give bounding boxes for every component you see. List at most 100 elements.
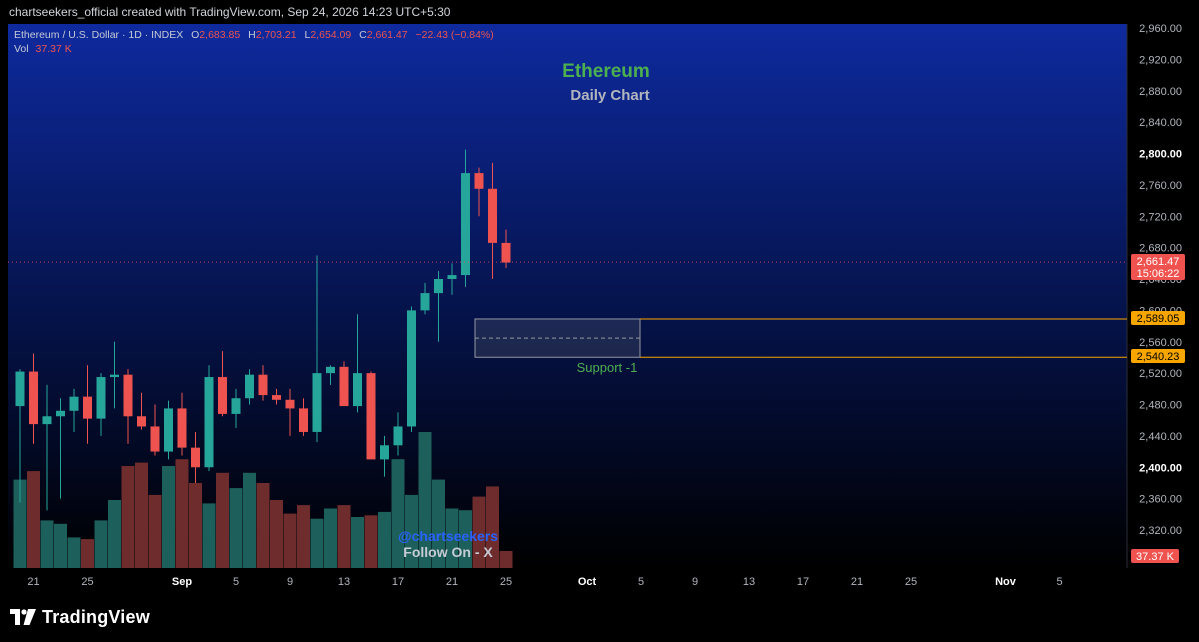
candle-body	[69, 396, 79, 411]
time-tick-label: Nov	[995, 576, 1017, 588]
volume-bar	[202, 503, 216, 568]
volume-bar	[297, 505, 310, 568]
candle-body	[461, 173, 470, 276]
time-tick-label: 21	[446, 576, 458, 588]
candle-body	[366, 373, 376, 460]
volume-bar	[499, 551, 513, 568]
volume-badge: 37.37 K	[1136, 551, 1175, 563]
price-tick-label: 2,800.00	[1139, 149, 1182, 161]
candle-body	[110, 374, 119, 378]
candle-body	[326, 366, 335, 374]
time-tick-label: 21	[27, 576, 39, 588]
candle-body	[245, 374, 254, 399]
candle-body	[137, 416, 146, 427]
volume-bar	[351, 517, 364, 568]
candle-body	[83, 396, 92, 419]
candle-body	[123, 374, 133, 417]
volume-bar	[40, 520, 54, 568]
legend-change: −22.43 (−0.84%)	[416, 29, 494, 41]
last-price-badge: 2,661.47	[1137, 256, 1180, 268]
candle-body	[164, 408, 173, 452]
price-tick-label: 2,960.00	[1139, 24, 1182, 35]
candle-body	[474, 173, 484, 189]
volume-bar	[283, 513, 297, 568]
tradingview-logo[interactable]: TradingView	[10, 606, 150, 628]
price-tick-label: 2,720.00	[1139, 211, 1182, 223]
candle-body	[299, 408, 308, 432]
support-top-badge: 2,589.05	[1137, 313, 1180, 325]
volume-bar	[270, 500, 283, 568]
time-tick-label: 21	[851, 576, 863, 588]
candle-body	[447, 275, 457, 279]
time-tick-label: 5	[233, 576, 239, 588]
candle-body	[150, 426, 160, 452]
price-tick-label: 2,440.00	[1139, 431, 1182, 443]
candle-body	[191, 447, 200, 468]
time-tick-label: 13	[743, 576, 755, 588]
time-tick-label: Oct	[578, 576, 597, 588]
candle-body	[407, 310, 416, 427]
volume-bar	[81, 539, 94, 568]
legend-open-label: O	[191, 29, 199, 41]
candle-body	[218, 377, 227, 414]
candle-body	[29, 371, 38, 425]
time-tick-label: 13	[338, 576, 350, 588]
candle-body	[15, 371, 25, 407]
candle-body	[272, 395, 281, 400]
watermark-handle: @chartseekers	[398, 528, 498, 544]
legend-symbol: Ethereum / U.S. Dollar · 1D · INDEX	[14, 29, 183, 41]
volume-bar	[189, 483, 202, 568]
price-tick-label: 2,760.00	[1139, 180, 1182, 192]
footer: TradingView	[0, 592, 1199, 642]
volume-bar	[135, 462, 148, 568]
volume-bar	[337, 505, 351, 568]
time-axis-background	[0, 568, 1127, 592]
price-tick-label: 2,400.00	[1139, 462, 1182, 474]
candle-body	[393, 426, 403, 446]
svg-text:Vol 37.37 K: Vol 37.37 K	[14, 43, 72, 55]
volume-bar	[121, 466, 135, 568]
price-tick-label: 2,920.00	[1139, 54, 1182, 66]
chart-subtitle: Daily Chart	[570, 87, 649, 104]
chart-title: Ethereum	[562, 61, 650, 82]
price-tick-label: 2,880.00	[1139, 86, 1182, 98]
support-bottom-badge: 2,540.23	[1137, 351, 1180, 363]
volume-bar	[67, 537, 81, 568]
candle-body	[42, 416, 52, 425]
time-tick-label: Sep	[172, 576, 192, 588]
chart-credit: chartseekers_official created with Tradi…	[0, 0, 1199, 24]
price-tick-label: 2,320.00	[1139, 525, 1182, 537]
time-tick-label: 17	[797, 576, 809, 588]
candle-body	[96, 377, 106, 419]
price-tick-label: 2,360.00	[1139, 494, 1182, 506]
volume-bar	[108, 500, 121, 568]
legend-low-value: 2,654.09	[310, 29, 351, 41]
support-label: Support -1	[577, 360, 638, 375]
tradingview-logo-icon	[10, 609, 36, 625]
volume-bar	[162, 466, 175, 568]
volume-bar	[94, 520, 108, 568]
candle-body	[488, 188, 497, 243]
volume-bar	[216, 472, 229, 568]
price-tick-label: 2,560.00	[1139, 337, 1182, 349]
legend-open-value: 2,683.85	[199, 29, 240, 41]
price-tick-label: 2,680.00	[1139, 243, 1182, 255]
candle-body	[312, 373, 322, 432]
price-chart[interactable]: 2,960.00 2,920.00 2,880.00 2,840.00 2,800.00…	[0, 24, 1199, 592]
price-tick-label: 2,520.00	[1139, 368, 1182, 380]
time-tick-label: 17	[392, 576, 404, 588]
candle-body	[501, 242, 511, 263]
candle-body	[231, 398, 241, 414]
volume-bar	[229, 488, 243, 568]
volume-bar	[54, 523, 67, 568]
time-tick-label: 5	[638, 576, 644, 588]
volume-bar	[324, 508, 337, 568]
tradingview-brand: TradingView	[42, 606, 150, 627]
volume-bar	[148, 494, 162, 568]
legend-vol-label: Vol	[14, 43, 29, 55]
watermark-follow: Follow On - X	[403, 544, 493, 560]
candle-body	[339, 366, 349, 407]
volume-bar	[27, 471, 40, 568]
candle-body	[380, 445, 389, 460]
volume-bar	[175, 459, 189, 568]
